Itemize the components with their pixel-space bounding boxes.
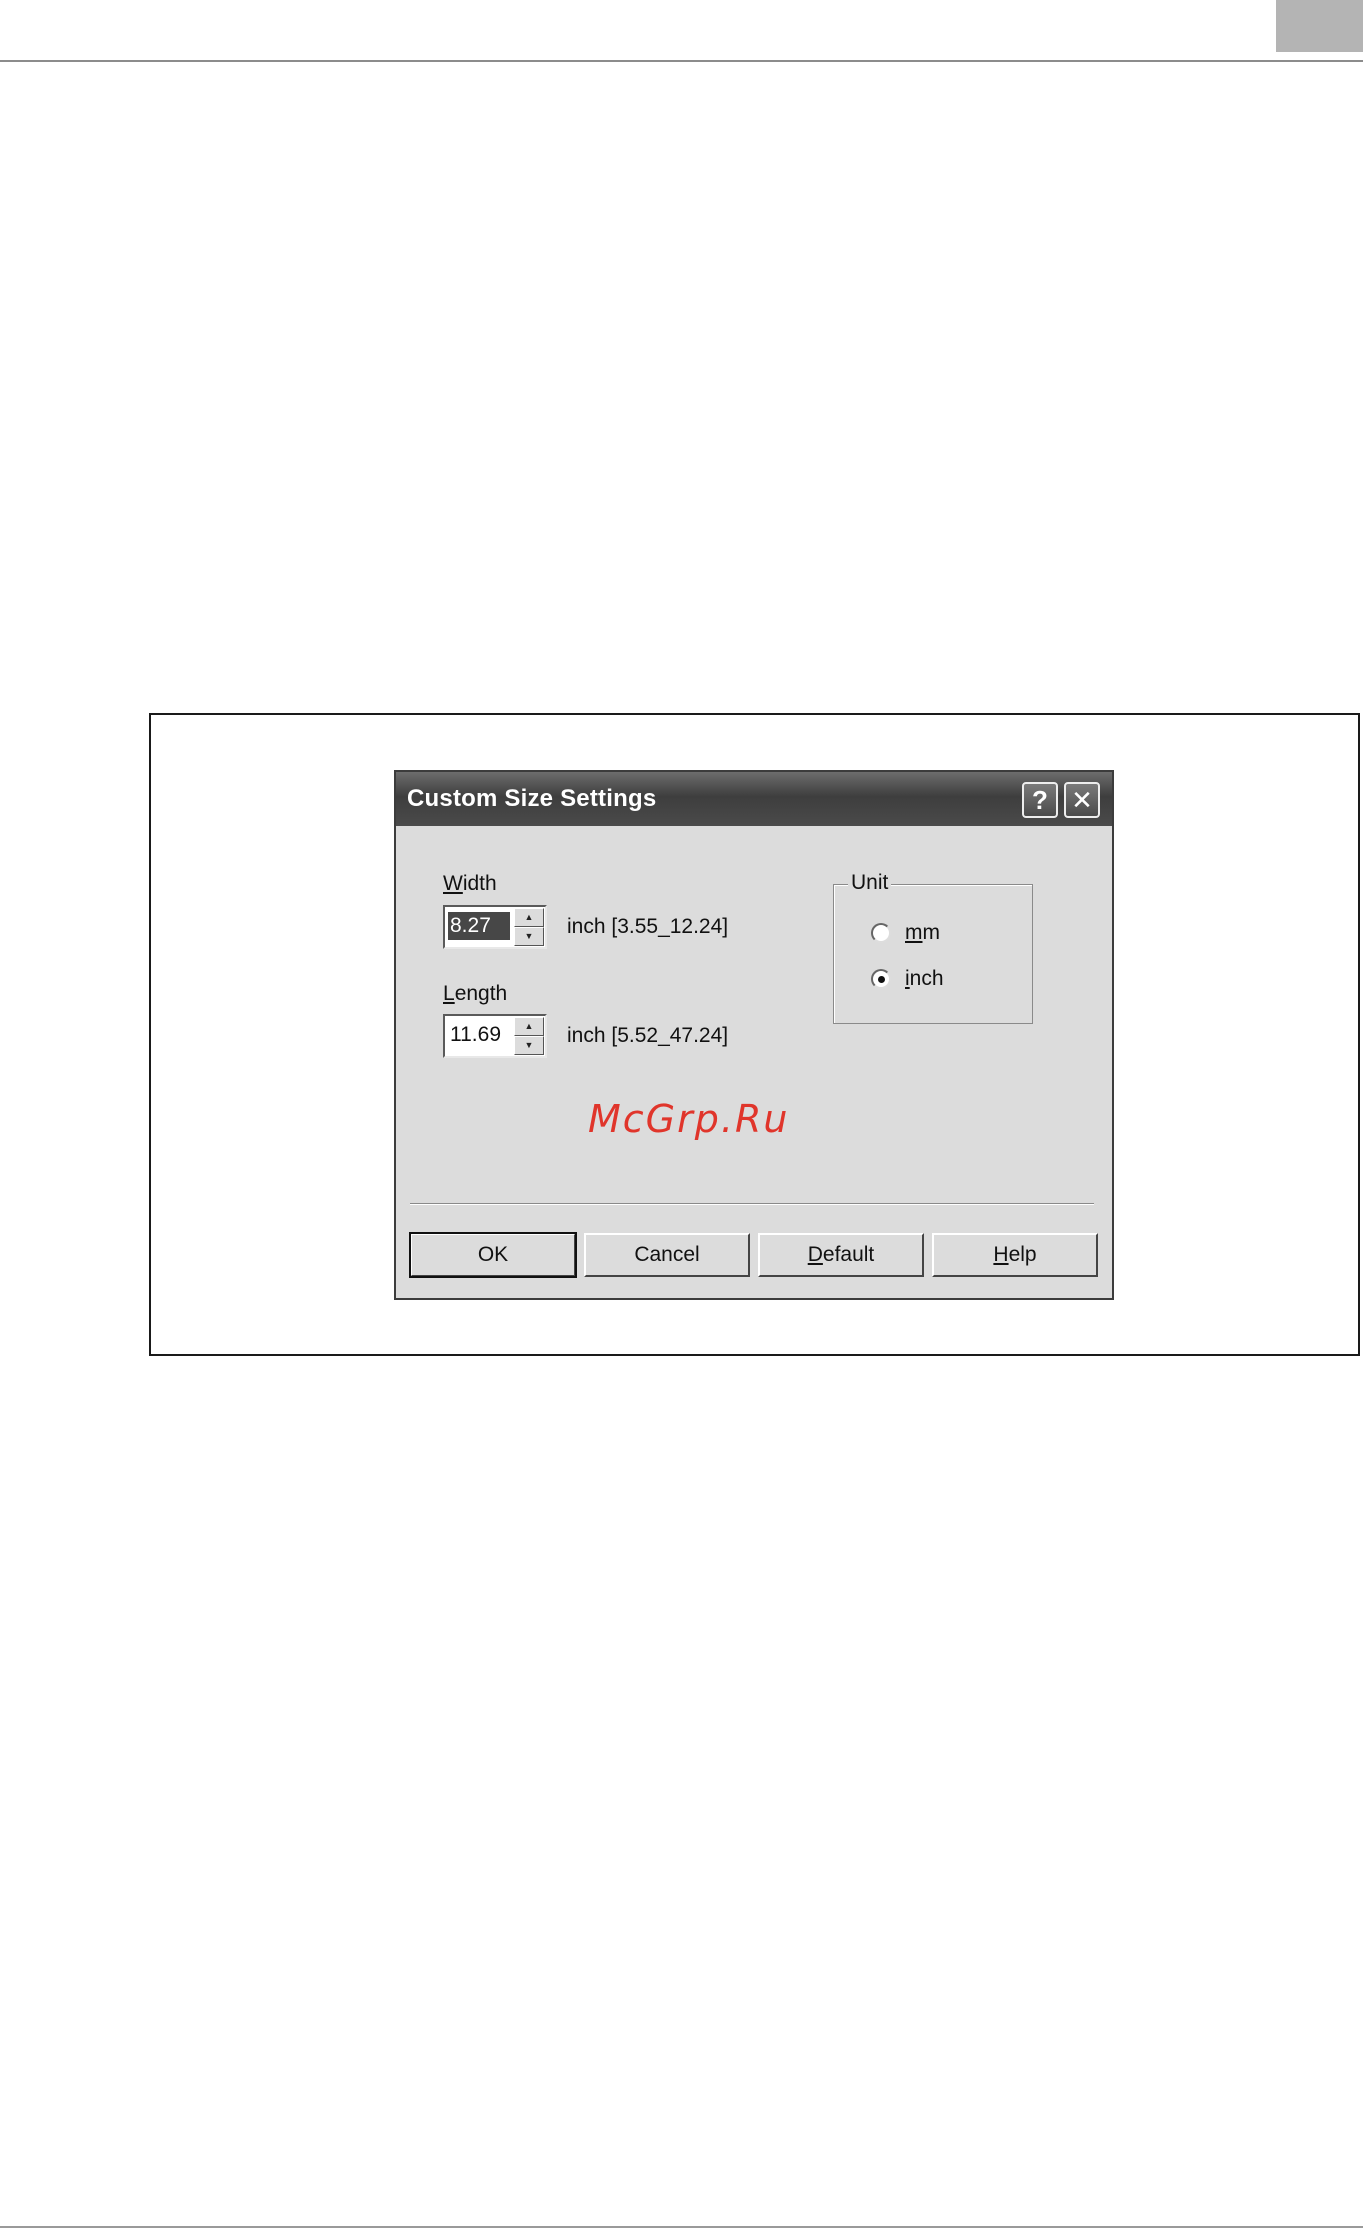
radio-mm[interactable]	[871, 923, 891, 943]
width-spin-up[interactable]: ▲	[514, 908, 544, 927]
arrow-up-icon: ▲	[524, 912, 534, 922]
width-unit-range: inch [3.55_12.24]	[567, 915, 729, 938]
unit-group-legend: Unit	[848, 871, 892, 895]
length-input[interactable]	[448, 1021, 510, 1049]
close-title-button[interactable]: ✕	[1064, 782, 1100, 818]
page-bottom-rule	[0, 2226, 1363, 2228]
radio-inch[interactable]	[871, 969, 891, 989]
help-title-button[interactable]: ?	[1022, 782, 1058, 818]
arrow-down-icon: ▼	[524, 1040, 534, 1050]
radio-inch-label[interactable]: inch	[905, 967, 944, 991]
length-unit-range: inch [5.52_47.24]	[567, 1024, 729, 1047]
default-button[interactable]: Default	[758, 1233, 924, 1277]
arrow-up-icon: ▲	[524, 1021, 534, 1031]
width-stepper[interactable]: ▲ ▼	[443, 905, 547, 949]
width-label: Width	[443, 872, 497, 895]
width-input[interactable]	[448, 912, 510, 940]
width-spin-buttons: ▲ ▼	[514, 908, 544, 946]
watermark: McGrp.Ru	[588, 1097, 790, 1141]
ok-button[interactable]: OK	[409, 1232, 577, 1278]
dialog-titlebar: Custom Size Settings ? ✕	[396, 772, 1112, 826]
help-button[interactable]: Help	[932, 1233, 1098, 1277]
length-stepper[interactable]: ▲ ▼	[443, 1014, 547, 1058]
length-label: Length	[443, 982, 508, 1005]
arrow-down-icon: ▼	[524, 931, 534, 941]
length-spin-buttons: ▲ ▼	[514, 1017, 544, 1055]
radio-mm-label[interactable]: mm	[905, 921, 940, 945]
cancel-button[interactable]: Cancel	[584, 1233, 750, 1277]
width-spin-down[interactable]: ▼	[514, 927, 544, 946]
page-top-rule	[0, 60, 1363, 62]
close-icon: ✕	[1071, 785, 1093, 815]
unit-group: Unit mm inch	[833, 871, 1033, 1024]
page-corner-tab	[1276, 0, 1363, 52]
dialog-title: Custom Size Settings	[407, 785, 657, 812]
custom-size-settings-dialog: Custom Size Settings ? ✕ Width ▲ ▼ inch …	[394, 770, 1114, 1300]
radio-selected-dot	[878, 976, 885, 983]
dialog-separator	[410, 1203, 1094, 1205]
length-spin-down[interactable]: ▼	[514, 1036, 544, 1055]
length-spin-up[interactable]: ▲	[514, 1017, 544, 1036]
question-mark-icon: ?	[1032, 785, 1048, 815]
